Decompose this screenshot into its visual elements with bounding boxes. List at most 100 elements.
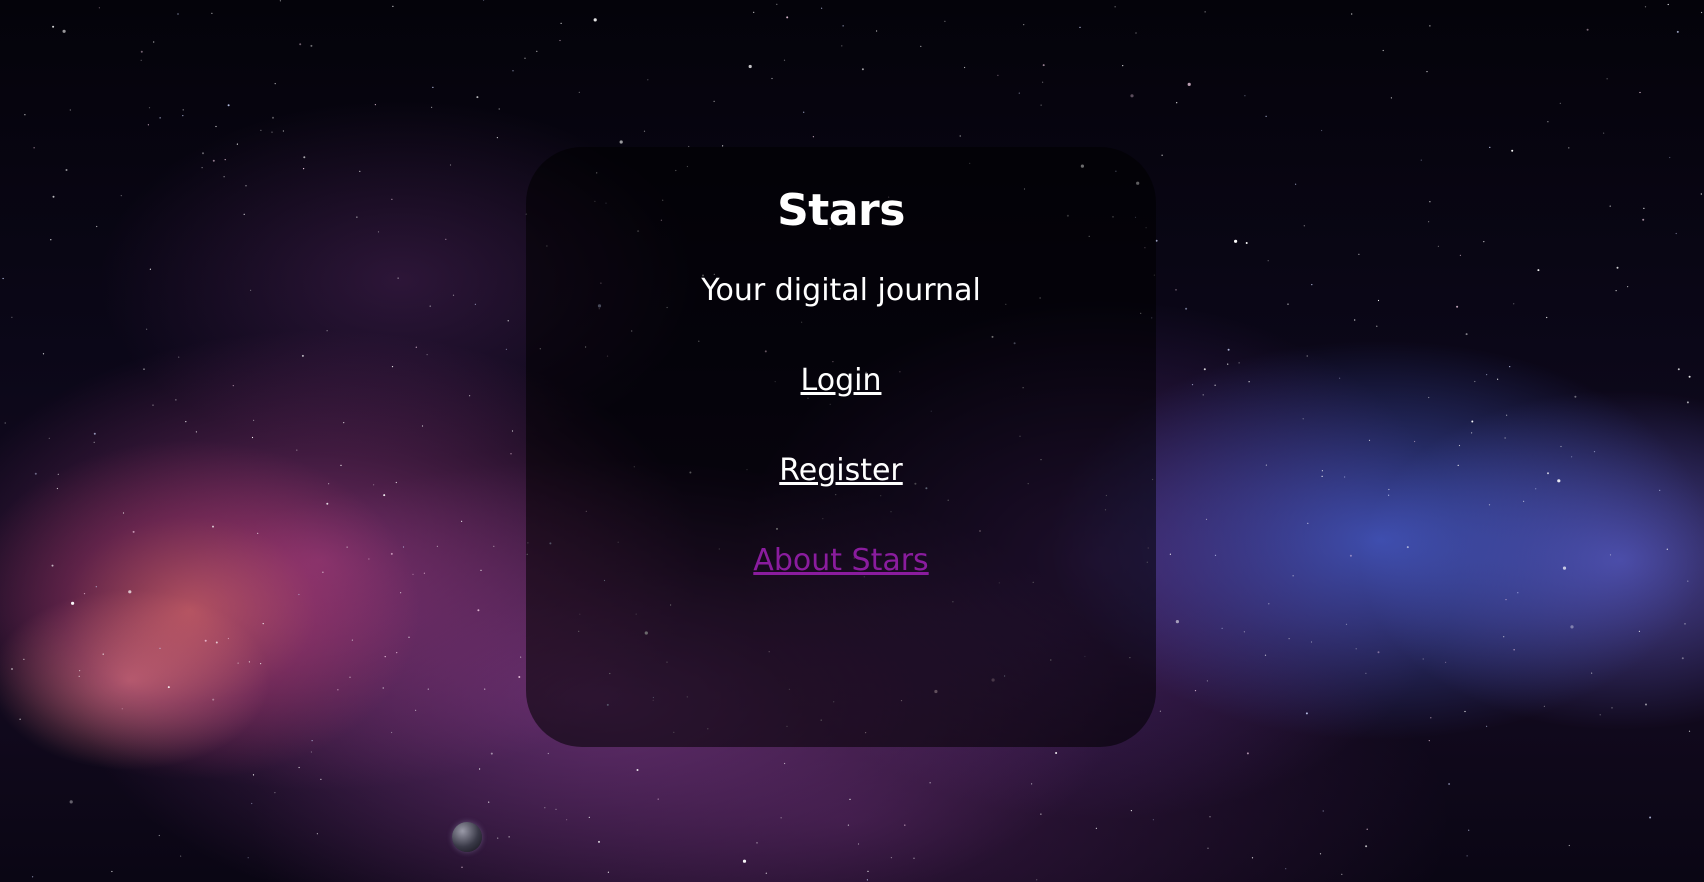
star-dot <box>262 623 264 625</box>
star-dot <box>149 268 151 270</box>
star-dot <box>431 106 433 108</box>
page-title: Stars <box>777 185 905 236</box>
star-dot <box>1345 623 1348 625</box>
star-dot <box>1639 91 1641 94</box>
star-dot <box>1688 730 1691 732</box>
star-dot <box>479 768 481 770</box>
star-dot <box>415 709 417 711</box>
star-dot <box>351 639 353 641</box>
star-dot <box>866 879 869 881</box>
star-dot <box>1675 232 1677 235</box>
star-dot <box>396 652 398 654</box>
star-dot <box>524 57 526 59</box>
star-dot <box>368 558 370 560</box>
star-dot <box>272 116 274 119</box>
star-dot <box>1388 494 1390 496</box>
star-dot <box>1681 657 1684 660</box>
star-dot <box>547 752 549 755</box>
star-dot <box>1161 154 1163 156</box>
star-dot <box>279 0 281 2</box>
star-dot <box>243 213 245 215</box>
star-dot <box>1311 284 1313 286</box>
star-dot <box>544 807 546 809</box>
star-dot <box>1175 620 1179 624</box>
register-link[interactable]: Register <box>779 451 903 491</box>
star-dot <box>643 130 646 132</box>
star-dot <box>346 546 348 548</box>
star-dot <box>274 792 276 794</box>
star-dot <box>402 546 405 548</box>
star-dot <box>1505 599 1507 601</box>
star-dot <box>65 169 68 171</box>
star-dot <box>143 368 145 370</box>
star-dot <box>147 124 149 126</box>
star-dot <box>202 152 204 155</box>
star-dot <box>95 586 97 588</box>
star-dot <box>1669 156 1671 159</box>
star-dot <box>1122 65 1124 67</box>
star-dot <box>536 50 538 52</box>
star-dot <box>1265 464 1267 466</box>
star-dot <box>48 437 50 439</box>
star-dot <box>1503 636 1505 638</box>
star-dot <box>619 140 623 144</box>
star-dot <box>1095 827 1097 829</box>
star-dot <box>1244 95 1246 97</box>
star-dot <box>1489 146 1491 148</box>
star-dot <box>322 571 324 573</box>
star-dot <box>415 346 417 348</box>
star-dot <box>461 866 463 868</box>
star-dot <box>42 353 45 355</box>
star-dot <box>1268 603 1270 605</box>
star-dot <box>1114 6 1116 8</box>
star-dot <box>559 39 561 42</box>
star-dot <box>1456 305 1459 308</box>
star-dot <box>83 593 86 595</box>
star-dot <box>593 18 597 22</box>
star-dot <box>211 12 213 14</box>
star-dot <box>146 328 148 330</box>
star-dot <box>1543 705 1545 707</box>
star-dot <box>1366 828 1368 830</box>
star-dot <box>1130 810 1132 812</box>
star-dot <box>1042 64 1045 67</box>
star-dot <box>490 752 493 755</box>
star-dot <box>1040 104 1042 106</box>
star-dot <box>1031 783 1033 785</box>
star-dot <box>1471 420 1474 423</box>
star-dot <box>282 130 284 132</box>
star-dot <box>140 50 143 53</box>
star-dot <box>1303 225 1305 227</box>
planet-image <box>452 822 482 852</box>
star-dot <box>62 29 66 33</box>
star-dot <box>1204 11 1206 13</box>
star-dot <box>1248 381 1250 383</box>
about-stars-link[interactable]: About Stars <box>753 541 928 581</box>
star-dot <box>1687 580 1689 582</box>
login-link[interactable]: Login <box>801 361 882 401</box>
star-dot <box>34 472 37 475</box>
star-dot <box>408 636 410 638</box>
star-dot <box>390 552 393 555</box>
star-dot <box>566 819 568 821</box>
star-dot <box>1428 740 1430 742</box>
star-dot <box>1593 451 1596 453</box>
star-dot <box>274 83 276 85</box>
star-dot <box>303 156 306 159</box>
star-dot <box>1246 752 1249 755</box>
star-dot <box>2 277 4 280</box>
star-dot <box>944 20 946 22</box>
star-dot <box>1429 201 1431 203</box>
star-dot <box>488 801 490 803</box>
star-dot <box>227 637 229 640</box>
star-dot <box>1677 368 1680 371</box>
star-dot <box>212 698 215 701</box>
star-dot <box>636 769 639 771</box>
star-dot <box>1430 717 1432 719</box>
star-dot <box>392 5 394 7</box>
star-dot <box>182 115 184 117</box>
star-dot <box>512 70 514 72</box>
star-dot <box>783 59 786 61</box>
star-dot <box>4 422 6 424</box>
star-dot <box>480 569 482 571</box>
